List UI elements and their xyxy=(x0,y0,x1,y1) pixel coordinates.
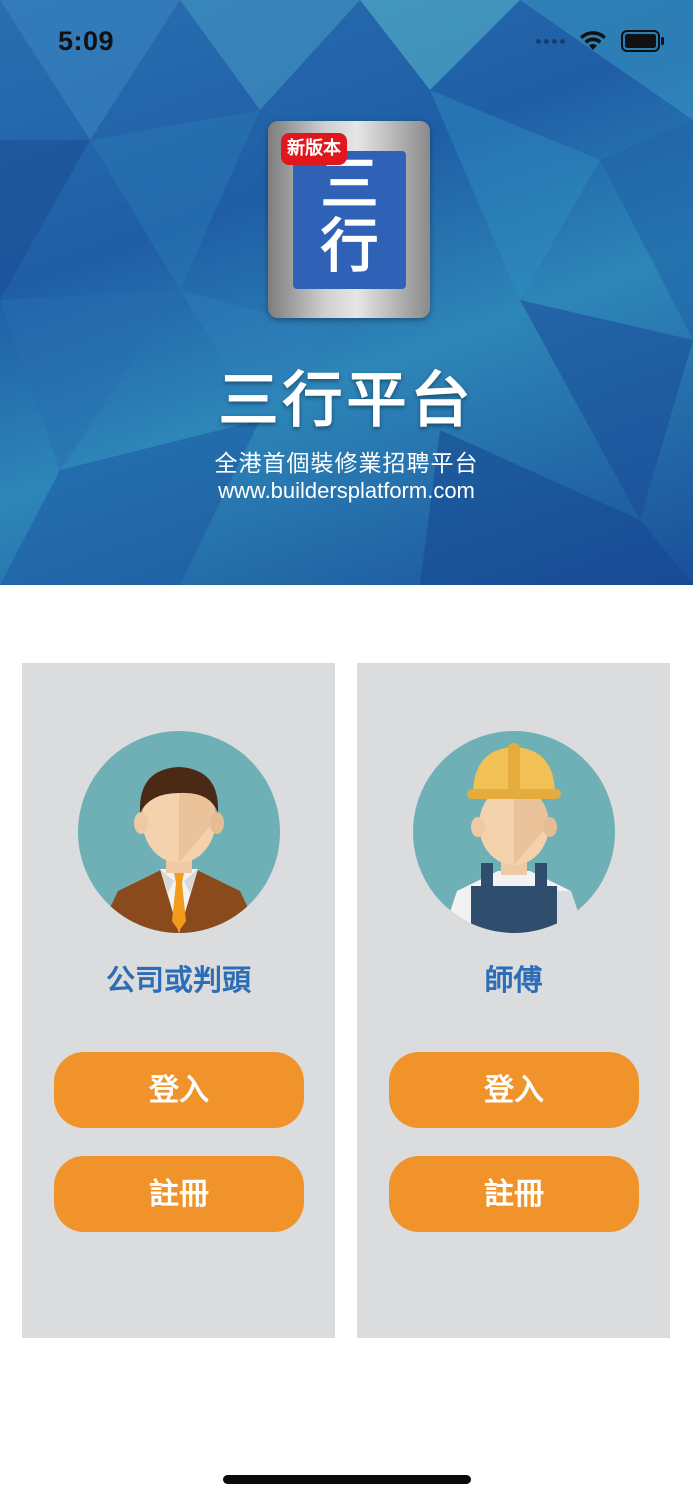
worker-card: 師傅 登入 註冊 xyxy=(357,663,670,1338)
brand-title: 三行平台 xyxy=(218,366,475,436)
brand-url: www.buildersplatform.com xyxy=(218,478,475,503)
role-label-worker: 師傅 xyxy=(484,963,543,997)
logo-inner-tile: 三 行 xyxy=(293,151,406,289)
app-logo: 三 行 新版本 xyxy=(268,121,430,318)
new-version-badge: 新版本 xyxy=(281,133,347,165)
header-banner: 5:09 三 行 新版本 三行平台 全港首個裝修業招聘平台 www.builde… xyxy=(0,0,693,585)
worker-register-button[interactable]: 註冊 xyxy=(389,1156,639,1232)
role-label-company: 公司或判頭 xyxy=(105,963,251,997)
home-indicator[interactable] xyxy=(223,1475,471,1484)
status-icons xyxy=(536,30,665,52)
brand-subtitle: 全港首個裝修業招聘平台 xyxy=(214,451,479,477)
cellular-signal-icon xyxy=(536,38,565,44)
worker-login-button[interactable]: 登入 xyxy=(389,1052,639,1128)
wifi-icon xyxy=(580,31,606,50)
logo-char-2: 行 xyxy=(320,212,379,280)
company-register-button[interactable]: 註冊 xyxy=(54,1156,304,1232)
battery-icon xyxy=(621,30,664,52)
company-card: 公司或判頭 登入 註冊 xyxy=(22,663,335,1338)
businessman-avatar-icon xyxy=(78,731,280,933)
status-time: 5:09 xyxy=(58,26,115,56)
company-login-button[interactable]: 登入 xyxy=(54,1052,304,1128)
logo-characters: 三 行 xyxy=(293,153,406,277)
worker-avatar-icon xyxy=(413,731,615,933)
